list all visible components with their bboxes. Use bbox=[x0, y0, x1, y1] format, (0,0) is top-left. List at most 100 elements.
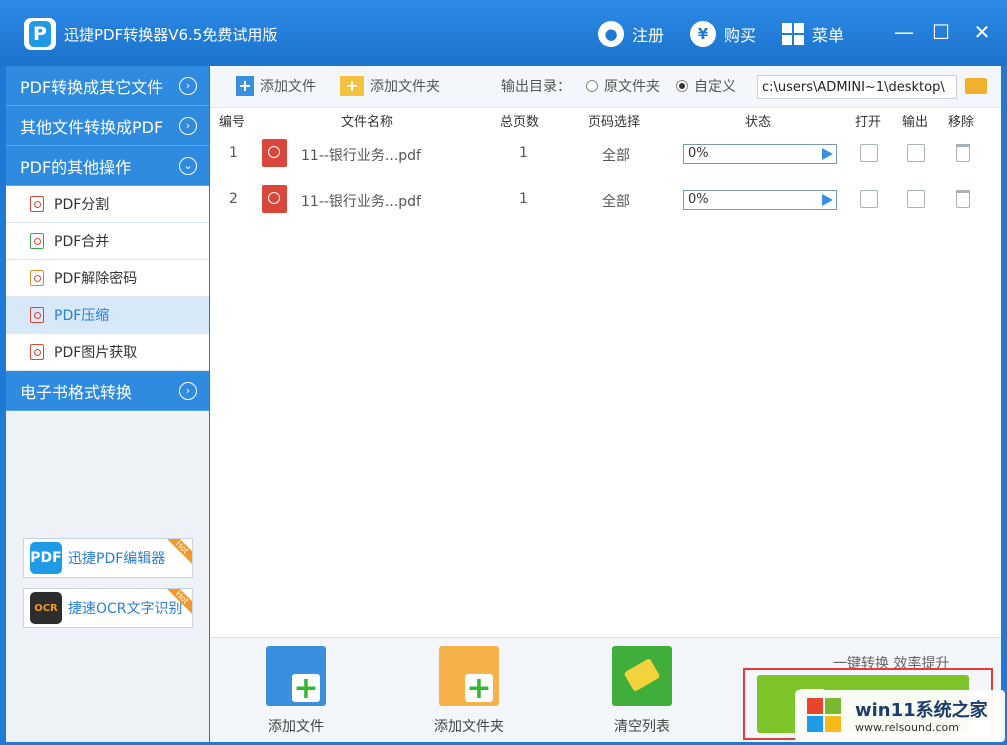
app-window: P 迅捷PDF转换器V6.5免费试用版 ● 注册 ¥ 购买 菜单 — ☐ ✕ P… bbox=[0, 0, 1007, 745]
sidebar: PDF转换成其它文件 › 其他文件转换成PDF › PDF的其他操作 ⌄ PDF… bbox=[6, 66, 209, 742]
toolbar-add-file-button[interactable]: + 添加文件 bbox=[236, 76, 316, 96]
row-status: 0% bbox=[688, 146, 709, 161]
col-status: 状态 bbox=[745, 115, 772, 130]
watermark-url: www.relsound.com bbox=[855, 721, 959, 734]
radio-selected-icon bbox=[676, 80, 688, 92]
promo-label: 迅捷PDF编辑器 bbox=[68, 551, 166, 567]
sidebar-item-label: PDF图片获取 bbox=[54, 345, 138, 361]
maximize-button[interactable]: ☐ bbox=[926, 18, 956, 46]
sidebar-group-pdf-other-ops[interactable]: PDF的其他操作 ⌄ bbox=[6, 146, 209, 186]
pdf-file-icon bbox=[30, 233, 44, 249]
play-icon[interactable] bbox=[822, 194, 833, 206]
sidebar-item-label: PDF压缩 bbox=[54, 308, 110, 324]
windows-logo-icon bbox=[807, 698, 843, 734]
sidebar-group-other-to-pdf[interactable]: 其他文件转换成PDF › bbox=[6, 106, 209, 146]
row-progress: 0% bbox=[683, 190, 837, 210]
radio-custom-label: 自定义 bbox=[694, 79, 736, 95]
promo-label: 捷速OCR文字识别 bbox=[68, 601, 183, 617]
watermark-title: win11系统之家 bbox=[855, 700, 988, 721]
promo-ocr[interactable]: OCR 捷速OCR文字识别 Hot bbox=[23, 588, 193, 628]
buy-label: 购买 bbox=[724, 26, 757, 45]
sidebar-item-pdf-unlock[interactable]: PDF解除密码 bbox=[6, 260, 209, 297]
row-number: 1 bbox=[229, 145, 238, 161]
chevron-right-icon: › bbox=[179, 76, 197, 95]
radio-custom-folder[interactable]: 自定义 bbox=[676, 76, 736, 96]
row-page-range[interactable]: 全部 bbox=[602, 145, 630, 165]
open-external-icon[interactable] bbox=[860, 190, 878, 208]
sidebar-item-pdf-merge[interactable]: PDF合并 bbox=[6, 223, 209, 260]
title-bar: P 迅捷PDF转换器V6.5免费试用版 ● 注册 ¥ 购买 菜单 — ☐ ✕ bbox=[0, 0, 1007, 66]
sidebar-item-pdf-compress[interactable]: PDF压缩 bbox=[6, 297, 209, 334]
col-filename: 文件名称 bbox=[341, 115, 394, 130]
table-row[interactable]: 2 11--银行业务...pdf 1 全部 0% bbox=[210, 178, 1001, 222]
add-file-icon: + bbox=[236, 76, 254, 96]
row-progress: 0% bbox=[683, 144, 837, 164]
app-title: 迅捷PDF转换器V6.5免费试用版 bbox=[64, 26, 278, 44]
row-status: 0% bbox=[688, 192, 709, 207]
pdf-file-icon bbox=[30, 307, 44, 323]
trash-icon[interactable] bbox=[956, 144, 970, 162]
add-file-icon: + bbox=[266, 646, 326, 706]
sidebar-item-pdf-split[interactable]: PDF分割 bbox=[6, 186, 209, 223]
broom-icon bbox=[612, 646, 672, 706]
radio-original-folder[interactable]: 原文件夹 bbox=[586, 76, 660, 96]
menu-button[interactable]: 菜单 bbox=[782, 20, 844, 48]
output-icon[interactable] bbox=[907, 190, 925, 208]
pdf-file-icon bbox=[30, 270, 44, 286]
sidebar-group-label: PDF的其他操作 bbox=[20, 157, 132, 177]
close-button[interactable]: ✕ bbox=[967, 18, 997, 46]
row-pages: 1 bbox=[519, 145, 528, 161]
output-icon[interactable] bbox=[907, 144, 925, 162]
open-external-icon[interactable] bbox=[860, 144, 878, 162]
ocr-logo: OCR bbox=[30, 592, 62, 624]
toolbar-add-folder-button[interactable]: + 添加文件夹 bbox=[340, 76, 440, 96]
row-page-range[interactable]: 全部 bbox=[602, 191, 630, 211]
watermark: win11系统之家 www.relsound.com bbox=[795, 690, 1005, 742]
radio-icon bbox=[586, 80, 598, 92]
grid-icon bbox=[782, 23, 804, 45]
sidebar-group-label: 电子书格式转换 bbox=[20, 382, 133, 402]
toolbar-add-file-label: 添加文件 bbox=[260, 79, 316, 95]
row-filename: 11--银行业务...pdf bbox=[301, 194, 421, 210]
col-number: 编号 bbox=[219, 115, 246, 130]
chevron-down-icon: ⌄ bbox=[179, 156, 197, 175]
sidebar-group-ebook-convert[interactable]: 电子书格式转换 › bbox=[6, 371, 209, 411]
bottom-add-folder-label: 添加文件夹 bbox=[434, 719, 504, 735]
row-pages: 1 bbox=[519, 191, 528, 207]
output-path-input[interactable] bbox=[757, 75, 957, 99]
sidebar-item-pdf-image-extract[interactable]: PDF图片获取 bbox=[6, 334, 209, 371]
trash-icon[interactable] bbox=[956, 190, 970, 208]
col-output: 输出 bbox=[902, 115, 929, 130]
sidebar-item-label: PDF解除密码 bbox=[54, 271, 138, 287]
add-folder-icon: + bbox=[439, 646, 499, 706]
sidebar-item-label: PDF分割 bbox=[54, 197, 110, 213]
bottom-add-file-button[interactable]: + 添加文件 bbox=[246, 646, 346, 736]
col-pages: 总页数 bbox=[500, 115, 540, 130]
add-folder-icon: + bbox=[340, 76, 364, 96]
row-number: 2 bbox=[229, 191, 238, 207]
bottom-add-folder-button[interactable]: + 添加文件夹 bbox=[419, 646, 519, 736]
promo-pdf-editor[interactable]: PDF 迅捷PDF编辑器 Hot bbox=[23, 538, 193, 578]
chevron-right-icon: › bbox=[179, 381, 197, 400]
minimize-button[interactable]: — bbox=[889, 18, 919, 46]
buy-button[interactable]: ¥ 购买 bbox=[690, 20, 756, 48]
pdf-editor-logo: PDF bbox=[30, 542, 62, 574]
clear-list-label: 清空列表 bbox=[614, 719, 670, 735]
play-icon[interactable] bbox=[822, 148, 833, 160]
browse-folder-icon[interactable] bbox=[965, 78, 987, 94]
table-header: 编号 文件名称 总页数 页码选择 状态 打开 输出 移除 bbox=[210, 108, 1001, 130]
col-remove: 移除 bbox=[948, 115, 975, 130]
main-panel: + 添加文件 + 添加文件夹 输出目录： 原文件夹 自定义 编号 文件名称 总页… bbox=[210, 66, 1001, 742]
chevron-right-icon: › bbox=[179, 116, 197, 135]
sidebar-group-label: 其他文件转换成PDF bbox=[20, 117, 164, 137]
table-row[interactable]: 1 11--银行业务...pdf 1 全部 0% bbox=[210, 132, 1001, 176]
sidebar-group-pdf-to-other[interactable]: PDF转换成其它文件 › bbox=[6, 66, 209, 106]
bottom-add-file-label: 添加文件 bbox=[268, 719, 324, 735]
hot-badge: Hot bbox=[163, 539, 192, 567]
menu-label: 菜单 bbox=[812, 26, 845, 45]
register-button[interactable]: ● 注册 bbox=[598, 20, 664, 48]
pdf-file-icon bbox=[262, 185, 287, 213]
clear-list-button[interactable]: 清空列表 bbox=[592, 646, 692, 736]
row-filename: 11--银行业务...pdf bbox=[301, 148, 421, 164]
register-label: 注册 bbox=[632, 26, 665, 45]
